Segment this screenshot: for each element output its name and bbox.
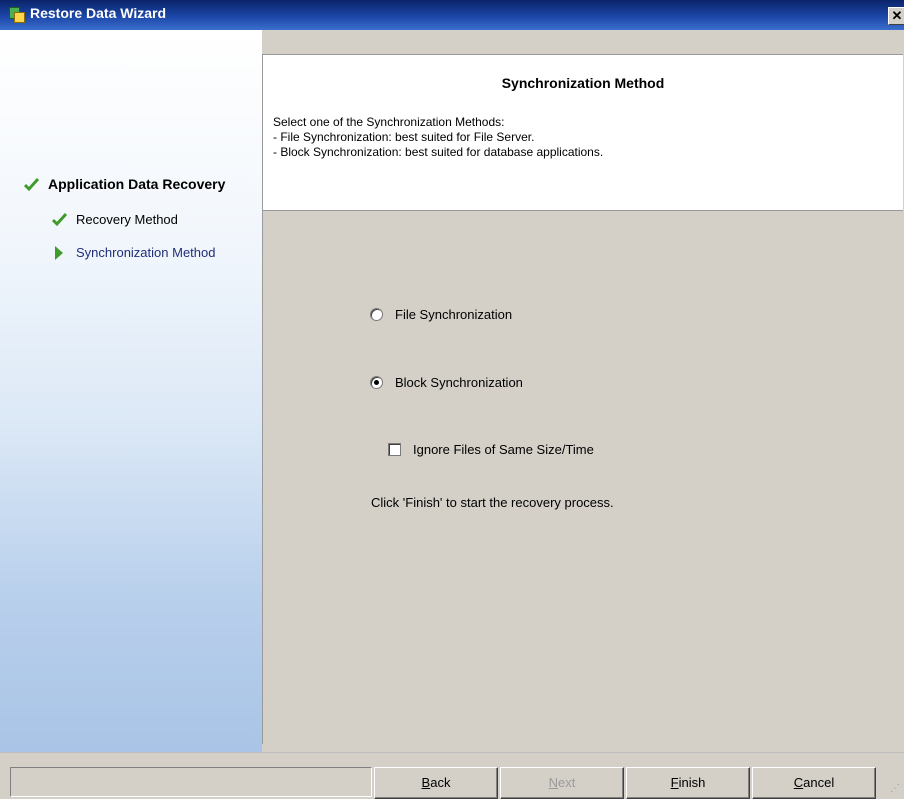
status-bar [10, 767, 372, 797]
sidebar-item-label: Recovery Method [76, 212, 178, 227]
check-icon [52, 212, 67, 227]
wizard-sidebar: Application Data Recovery Recovery Metho… [0, 30, 262, 752]
file-sync-option[interactable]: File Synchronization [370, 307, 512, 322]
block-sync-label[interactable]: Block Synchronization [395, 375, 523, 390]
next-label: ext [558, 775, 576, 790]
ignore-files-option[interactable]: Ignore Files of Same Size/Time [388, 442, 594, 457]
title-bar: Restore Data Wizard ✕ [0, 0, 904, 30]
check-icon [24, 177, 39, 191]
page-title: Synchronization Method [501, 75, 665, 91]
wizard-footer: Back Next Finish Cancel ⋰ [0, 752, 904, 799]
ignore-files-label[interactable]: Ignore Files of Same Size/Time [413, 442, 594, 457]
window-title: Restore Data Wizard [30, 5, 167, 21]
sidebar-item-label: Synchronization Method [76, 245, 216, 260]
back-label: ack [430, 775, 451, 790]
sidebar-item-application-data-recovery: Application Data Recovery [24, 176, 225, 192]
finish-label: inish [678, 775, 706, 790]
wizard-header: Synchronization Method Select one of the… [262, 54, 903, 211]
back-button[interactable]: Back [374, 767, 498, 799]
file-sync-radio[interactable] [370, 308, 383, 321]
resize-grip-icon[interactable]: ⋰ [890, 783, 900, 795]
arrow-right-icon [55, 245, 63, 260]
app-icon [9, 7, 25, 23]
file-sync-label[interactable]: File Synchronization [395, 307, 512, 322]
finish-hint: Click 'Finish' to start the recovery pro… [371, 495, 614, 510]
description-line: - Block Synchronization: best suited for… [273, 145, 604, 159]
sidebar-item-synchronization-method: Synchronization Method [52, 245, 215, 260]
block-sync-radio[interactable] [370, 376, 383, 389]
wizard-content: File Synchronization Block Synchronizati… [262, 211, 904, 744]
sidebar-item-recovery-method: Recovery Method [52, 212, 178, 227]
close-button[interactable]: ✕ [888, 7, 904, 25]
cancel-label: ancel [803, 775, 835, 790]
page-description: Select one of the Synchronization Method… [273, 115, 603, 160]
next-button[interactable]: Next [500, 767, 624, 799]
description-line: Select one of the Synchronization Method… [273, 115, 505, 129]
wizard-main-panel: Synchronization Method Select one of the… [262, 54, 904, 744]
ignore-files-checkbox[interactable] [388, 443, 401, 456]
sidebar-item-label: Application Data Recovery [48, 176, 226, 192]
description-line: - File Synchronization: best suited for … [273, 130, 535, 144]
cancel-button[interactable]: Cancel [752, 767, 876, 799]
block-sync-option[interactable]: Block Synchronization [370, 375, 523, 390]
finish-button[interactable]: Finish [626, 767, 750, 799]
